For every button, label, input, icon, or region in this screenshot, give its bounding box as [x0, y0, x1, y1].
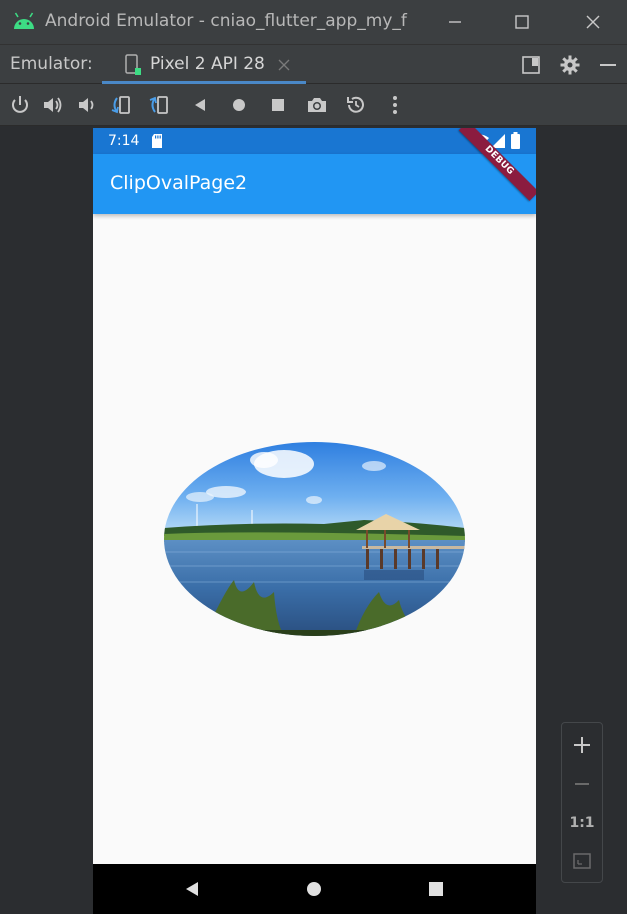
zoom-out-icon[interactable] — [571, 773, 593, 795]
gear-icon[interactable] — [559, 54, 581, 76]
fit-screen-icon[interactable] — [571, 850, 593, 872]
rotate-left-icon[interactable] — [109, 93, 133, 117]
nav-home-icon[interactable] — [304, 879, 324, 899]
sd-card-icon — [152, 134, 162, 148]
close-tab-icon[interactable] — [277, 58, 291, 72]
status-time: 7:14 — [108, 133, 140, 149]
rotate-right-icon[interactable] — [148, 93, 172, 117]
device-phone-icon — [125, 54, 141, 75]
more-icon[interactable] — [383, 93, 407, 117]
emulator-toolbar — [0, 84, 627, 126]
oval-clipped-landscape-image — [164, 442, 465, 636]
emulator-label: Emulator: — [10, 54, 93, 74]
nav-overview-icon[interactable] — [426, 879, 446, 899]
camera-icon[interactable] — [305, 93, 329, 117]
zoom-panel: 1:1 — [561, 722, 603, 883]
overview-icon[interactable] — [266, 93, 290, 117]
power-icon[interactable] — [8, 93, 32, 117]
volume-up-icon[interactable] — [41, 93, 65, 117]
close-window-icon[interactable] — [581, 10, 605, 34]
window-title: Android Emulator - cniao_flutter_app_my_… — [45, 11, 407, 31]
hide-panel-icon[interactable] — [597, 54, 619, 76]
tab-label: Pixel 2 API 28 — [150, 54, 265, 74]
snapshot-icon[interactable] — [344, 93, 368, 117]
home-icon[interactable] — [227, 93, 251, 117]
app-bar: ClipOvalPage2 — [93, 154, 536, 214]
system-navigation-bar — [93, 864, 536, 914]
android-icon — [14, 12, 34, 29]
page-title: ClipOvalPage2 — [110, 172, 248, 194]
minimize-icon[interactable] — [443, 10, 467, 34]
maximize-icon[interactable] — [510, 10, 534, 34]
back-icon[interactable] — [188, 93, 212, 117]
device-screen[interactable]: 7:14 ClipOvalPage2 DEBUG — [93, 128, 536, 914]
emulator-tab-bar: Emulator: Pixel 2 API 28 — [0, 44, 627, 84]
window-title-bar: Android Emulator - cniao_flutter_app_my_… — [0, 0, 627, 44]
nav-back-icon[interactable] — [182, 879, 202, 899]
battery-icon — [511, 132, 520, 149]
zoom-in-icon[interactable] — [571, 734, 593, 756]
zoom-actual-size-button[interactable]: 1:1 — [562, 815, 602, 831]
volume-down-icon[interactable] — [75, 93, 99, 117]
layout-icon[interactable] — [520, 54, 542, 76]
tab-pixel-2-api-28[interactable]: Pixel 2 API 28 — [102, 45, 306, 84]
